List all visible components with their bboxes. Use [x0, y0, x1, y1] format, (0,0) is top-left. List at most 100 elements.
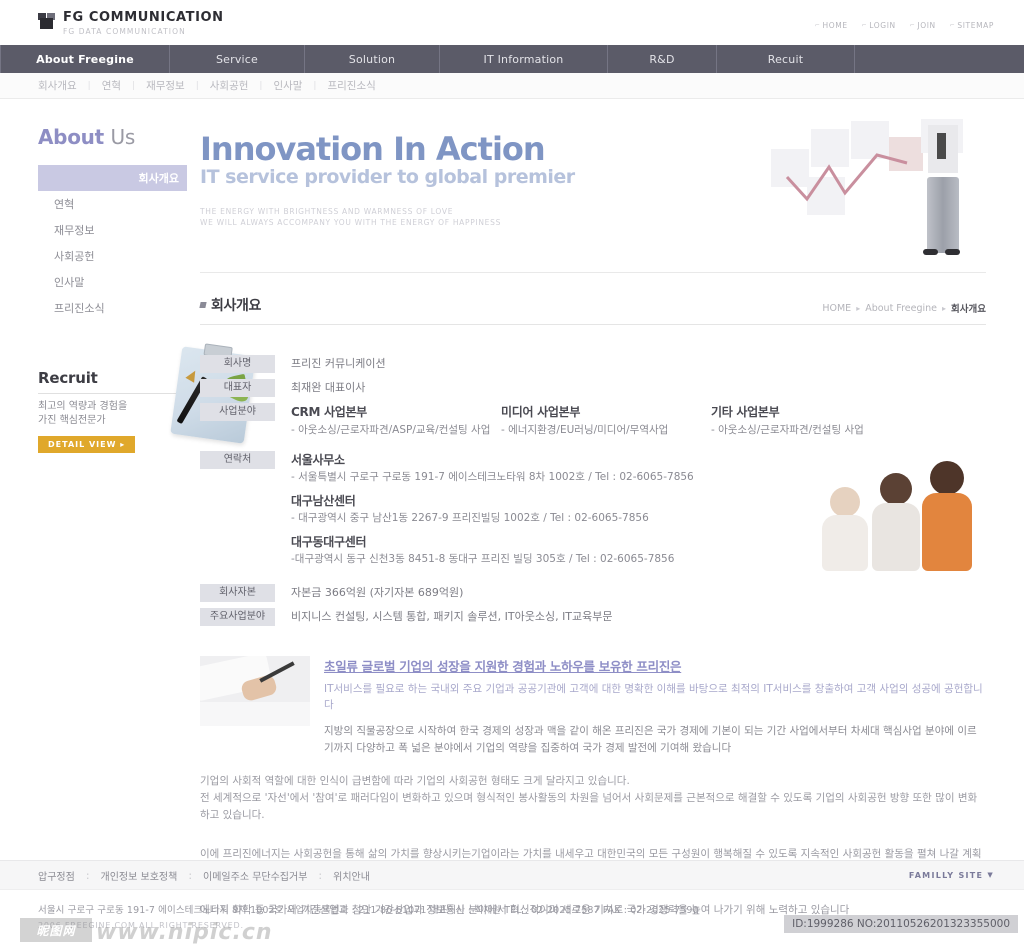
business-division-crm-detail: - 아웃소싱/근로자파견/ASP/교육/컨설팅 사업	[291, 424, 491, 436]
top-link-join[interactable]: ⌐ JOIN	[910, 21, 936, 30]
footer-links-bar: 압구정점: 개인정보 보호정책: 이메일주소 무단수집거부: 위치안내 FAMI…	[0, 860, 1024, 890]
office-daegu-namsan-name: 대구남산센터	[291, 494, 356, 508]
footer-sep: :	[85, 868, 90, 882]
top-link-join-label: JOIN	[917, 21, 936, 30]
subnav-item-3[interactable]: 사회공헌	[210, 78, 249, 93]
family-site-dropdown[interactable]: FAMILLY SITE ▼	[909, 871, 994, 880]
info-value-capital: 자본금 366억원 (자기자본 689억원)	[291, 586, 464, 599]
info-row-ceo: 대표자 최재완 대표이사	[200, 379, 986, 397]
office-daegu-namsan-line: - 대구광역시 중구 남산1동 2267-9 프리진빌딩 1002호 / Tel…	[291, 512, 649, 524]
footer-link-1[interactable]: 개인정보 보호정책	[101, 868, 178, 883]
subnav-item-0[interactable]: 회사개요	[38, 78, 77, 93]
child-2	[872, 473, 920, 573]
info-row-capital: 회사자본 자본금 366억원 (자기자본 689억원)	[200, 584, 986, 602]
chevron-down-icon: ▼	[987, 871, 994, 879]
highlight-body: 지방의 직물공장으로 시작하여 한국 경제의 성장과 맥을 같이 해온 프리진은…	[324, 725, 977, 754]
sidebar-item-연혁[interactable]: 연혁	[38, 191, 187, 217]
subnav-item-2[interactable]: 재무정보	[146, 78, 185, 93]
hero-businessman-chart-image	[771, 119, 986, 279]
nav-tab-recuit[interactable]: Recuit	[717, 45, 855, 73]
nav-tab-service-label: Service	[215, 52, 259, 66]
office-daegu-dongdaegu-line: -대구광역시 동구 신천3동 8451-8 동대구 프리진 빌딩 305호 / …	[291, 553, 675, 565]
sidebar-item-회사개요[interactable]: 회사개요	[38, 165, 187, 191]
corner-arrow-icon: ⌐	[814, 22, 821, 29]
nav-tab-service[interactable]: Service	[170, 45, 305, 73]
corner-arrow-icon: ⌐	[909, 22, 916, 29]
top-link-home-label: HOME	[822, 21, 848, 30]
breadcrumb: HOME ▸ About Freegine ▸ 회사개요	[822, 301, 986, 316]
subnav-item-1[interactable]: 연혁	[102, 78, 121, 93]
main-navigation: About Freegine Service Solution IT Infor…	[0, 45, 1024, 73]
nav-tab-it-information[interactable]: IT Information	[440, 45, 608, 73]
highlight-lead: IT서비스를 필요로 하는 국내외 주요 기업과 공공기관에 고객에 대한 명확…	[324, 683, 983, 711]
section-header: 회사개요 HOME ▸ About Freegine ▸ 회사개요	[199, 295, 986, 325]
subnav-item-4[interactable]: 인사말	[273, 78, 302, 93]
business-division-media-detail: - 에너지환경/EU러닝/미디어/무역사업	[501, 424, 669, 436]
footer-sep: :	[318, 868, 323, 882]
highlight-text: 초일류 글로벌 기업의 성장을 지원한 경험과 노하우를 보유한 프리진은 IT…	[324, 656, 986, 757]
nav-tab-solution[interactable]: Solution	[305, 45, 440, 73]
highlight-block: 초일류 글로벌 기업의 성장을 지원한 경험과 노하우를 보유한 프리진은 IT…	[200, 656, 986, 757]
bullet-icon	[199, 302, 207, 308]
main-content: Innovation In Action IT service provider…	[199, 119, 1024, 919]
subnav-sep: |	[313, 80, 317, 91]
sidebar-item-재무정보[interactable]: 재무정보	[38, 217, 187, 243]
breadcrumb-about[interactable]: About Freegine	[865, 303, 937, 314]
nav-tab-recuit-label: Recuit	[767, 52, 804, 66]
chevron-right-icon: ▸	[942, 303, 947, 313]
subnav-sep: |	[195, 80, 199, 91]
footer-sep: :	[188, 868, 193, 882]
detail-view-button[interactable]: DETAIL VIEW ▸	[38, 436, 136, 453]
top-link-home[interactable]: ⌐ HOME	[815, 21, 848, 30]
info-value-ceo: 최재완 대표이사	[291, 381, 366, 394]
top-link-sitemap-label: SITEMAP	[957, 21, 994, 30]
info-label-contact: 연락처	[200, 451, 275, 469]
nav-tab-about-freegine-label: About Freegine	[36, 52, 134, 66]
top-link-sitemap[interactable]: ⌐ SITEMAP	[950, 21, 994, 30]
info-label-capital: 회사자본	[200, 584, 275, 602]
trend-line-icon	[785, 153, 908, 202]
nav-tab-rnd[interactable]: R&D	[608, 45, 717, 73]
business-division-crm-title: CRM 사업본부	[291, 405, 367, 419]
info-value-main-business: 비지니스 컨설팅, 시스템 통합, 패키지 솔루션, IT아웃소싱, IT교육부…	[291, 610, 613, 623]
sub-navigation: 회사개요 | 연혁 | 재무정보 | 사회공헌 | 인사말 | 프리진소식	[0, 73, 1024, 99]
nav-tab-about-freegine[interactable]: About Freegine	[0, 45, 170, 73]
business-division-media: 미디어 사업본부 - 에너지환경/EU러닝/미디어/무역사업	[501, 403, 711, 437]
corner-arrow-icon: ⌐	[861, 22, 868, 29]
footer-address: 서울시 구로구 구로동 191-7 에이스테크노타워 8차 1002호 사업자등…	[38, 905, 699, 916]
hero-tagline-2: WE WILL ALWAYS ACCOMPANY YOU WITH THE EN…	[200, 218, 502, 227]
footer-link-3[interactable]: 위치안내	[333, 868, 370, 883]
info-row-company-name: 회사명 프리진 커뮤니케이션	[200, 355, 986, 373]
recruit-promo[interactable]: Recruit 최고의 역량과 경험을 가진 핵심전문가 DETAIL VIEW…	[38, 343, 256, 453]
office-seoul-name: 서울사무소	[291, 453, 345, 467]
top-link-login[interactable]: ⌐ LOGIN	[862, 21, 896, 30]
breadcrumb-home[interactable]: HOME	[822, 303, 851, 314]
sidebar-item-인사말[interactable]: 인사말	[38, 269, 187, 295]
business-divisions: CRM 사업본부 - 아웃소싱/근로자파견/ASP/교육/컨설팅 사업 미디어 …	[275, 403, 864, 437]
logo-title: FG COMMUNICATION	[63, 10, 224, 25]
sidebar-item-사회공헌[interactable]: 사회공헌	[38, 243, 187, 269]
footer-link-2[interactable]: 이메일주소 무단수집거부	[203, 868, 307, 883]
recruit-title: Recruit	[38, 369, 198, 394]
chevron-right-icon: ▸	[856, 303, 861, 313]
page-title-label: 회사개요	[211, 298, 261, 314]
office-daegu-dongdaegu-name: 대구동대구센터	[291, 535, 367, 549]
info-label-ceo: 대표자	[200, 379, 275, 397]
child-3	[922, 461, 972, 573]
office-seoul-line: - 서울특별시 구로구 구로동 191-7 에이스테크노타워 8차 1002호 …	[291, 471, 694, 483]
site-logo[interactable]: FG COMMUNICATION FG DATA COMMUNICATION	[38, 11, 224, 37]
footer-link-0[interactable]: 압구정점	[38, 868, 75, 883]
company-info-table: 회사명 프리진 커뮤니케이션 대표자 최재완 대표이사 사업분야 CRM 사업본…	[200, 355, 986, 626]
subnav-sep: |	[259, 80, 263, 91]
site-header: FG COMMUNICATION FG DATA COMMUNICATION ⌐…	[0, 0, 1024, 45]
subnav-sep: |	[87, 80, 91, 91]
page-body: About Us 회사개요 연혁 재무정보 사회공헌 인사말 프리진소식 Rec…	[0, 99, 1024, 919]
logo-subtitle: FG DATA COMMUNICATION	[63, 27, 186, 36]
child-1	[822, 487, 868, 573]
sidebar-item-프리진소식[interactable]: 프리진소식	[38, 295, 187, 321]
sidebar-heading: About Us	[38, 125, 200, 149]
subnav-item-5[interactable]: 프리진소식	[327, 78, 375, 93]
image-id-tag: ID:1999286 NO:20110526201323355000	[784, 915, 1018, 933]
hero-tagline-1: THE ENERGY WITH BRIGHTNESS AND WARMNESS …	[200, 207, 454, 216]
